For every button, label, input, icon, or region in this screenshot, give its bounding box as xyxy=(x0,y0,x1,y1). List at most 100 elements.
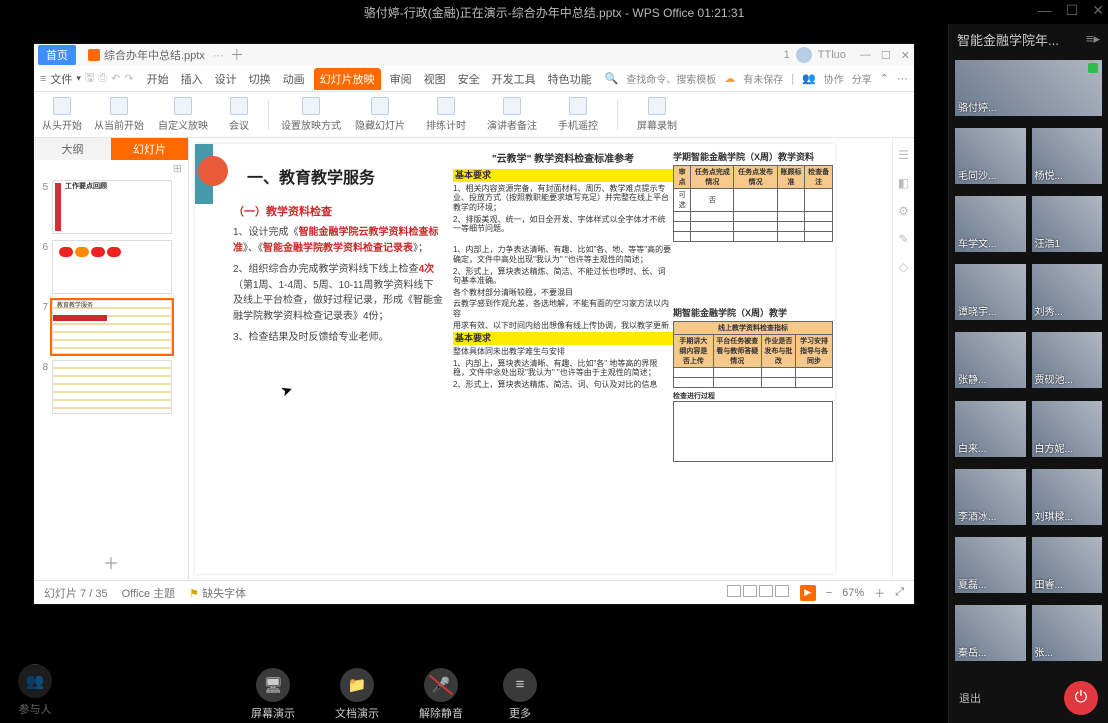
share-screen-button[interactable]: 🖥屏幕演示 xyxy=(251,668,295,721)
tool-from-start[interactable]: 从头开始 xyxy=(42,97,82,132)
tool-screen-record[interactable]: 屏幕录制 xyxy=(630,97,684,132)
participant-tile[interactable]: 白来... xyxy=(955,401,1026,457)
embedded-table-top: 学期智能金融学院（X周）教学资料 审点任务点完成情况任务点发布情况账顾标准检查备… xyxy=(673,150,833,242)
wps-minimize-icon[interactable]: — xyxy=(860,49,871,62)
participant-tile[interactable]: 车学文... xyxy=(955,196,1026,252)
chevron-down-icon[interactable]: ▾ xyxy=(76,73,81,84)
participant-tile[interactable]: 田睿... xyxy=(1032,537,1103,593)
ribbon-tab[interactable]: 安全 xyxy=(455,69,483,89)
participant-tile[interactable]: 秦岳... xyxy=(955,605,1026,661)
wps-document-tab[interactable]: 综合办年中总结.pptx xyxy=(80,45,213,65)
ribbon-tab[interactable]: 幻灯片放映 xyxy=(314,68,381,90)
rail-icon[interactable]: ✎ xyxy=(898,232,908,246)
participant-tile[interactable]: 毛同沙... xyxy=(955,128,1026,184)
missing-font-warning[interactable]: ⚑ 缺失字体 xyxy=(189,585,246,601)
folder-icon: 📁 xyxy=(340,668,374,702)
participant-tile[interactable]: 汪浩1 xyxy=(1032,196,1103,252)
participant-tile[interactable]: 张... xyxy=(1032,605,1103,661)
slide-thumbnail[interactable]: 5工作要点回顾 xyxy=(34,177,188,237)
add-slide-button[interactable]: ＋ xyxy=(34,544,188,580)
more-button[interactable]: ≡更多 xyxy=(503,668,537,721)
wps-add-tab-button[interactable]: ＋ xyxy=(230,45,244,65)
ribbon-tab[interactable]: 开发工具 xyxy=(489,69,539,89)
participant-tile[interactable]: 刘秀... xyxy=(1032,264,1103,320)
slide-thumbnail[interactable]: 8 xyxy=(34,357,188,417)
rail-icon[interactable]: ◇ xyxy=(899,260,908,274)
menu-search-placeholder[interactable]: 查找命令、搜索模板 xyxy=(626,71,716,86)
participant-tile[interactable]: 夏磊... xyxy=(955,537,1026,593)
slide-thumbnail[interactable]: 6 xyxy=(34,237,188,297)
mute-toggle-button[interactable]: 🎤解除静音 xyxy=(419,668,463,721)
redo-icon[interactable]: ↷ xyxy=(124,72,133,85)
close-icon[interactable]: ✕ xyxy=(1092,2,1104,19)
participants-button[interactable]: 👥 参与人 xyxy=(18,664,52,717)
wps-home-button[interactable]: 首页 xyxy=(38,45,76,65)
participant-tile[interactable]: 李酒冰... xyxy=(955,469,1026,525)
undo-icon[interactable]: ↶ xyxy=(111,72,120,85)
tool-hide-slide[interactable]: 隐藏幻灯片 xyxy=(353,97,407,132)
share-label[interactable]: 分享 xyxy=(852,71,872,86)
slide-counter: 幻灯片 7 / 35 xyxy=(44,585,108,601)
participant-name: 汪浩1 xyxy=(1035,235,1061,250)
tool-setup-show[interactable]: 设置放映方式 xyxy=(281,97,341,132)
rail-icon[interactable]: ☰ xyxy=(898,148,909,162)
zoom-out-icon[interactable]: − xyxy=(826,587,832,599)
wps-close-icon[interactable]: ✕ xyxy=(901,49,910,62)
coop-icon[interactable]: 👥 xyxy=(802,72,816,85)
participant-tile[interactable]: 张静... xyxy=(955,332,1026,388)
participant-tile[interactable]: 贾砚池... xyxy=(1032,332,1103,388)
leftpanel-tab-slides[interactable]: 幻灯片 xyxy=(111,138,188,160)
ribbon-tab[interactable]: 设计 xyxy=(212,69,240,89)
maximize-icon[interactable]: ☐ xyxy=(1066,2,1079,19)
slide-thumbnail[interactable]: 7教育教学服务 xyxy=(34,297,188,357)
ribbon-tab[interactable]: 审阅 xyxy=(387,69,415,89)
wps-user-avatar[interactable] xyxy=(796,47,812,63)
participant-tile[interactable]: 杨悦... xyxy=(1032,128,1103,184)
participants-panel: 智能金融学院年... ≡▸ 骆付婷... 毛同沙...杨悦...车学文... 汪浩1… xyxy=(948,24,1108,723)
tool-custom-show[interactable]: 自定义放映 xyxy=(156,97,210,132)
zoom-level[interactable]: 67% xyxy=(842,587,864,599)
zoom-in-icon[interactable]: ＋ xyxy=(874,585,885,601)
thumbnail-list[interactable]: 5工作要点回顾67教育教学服务8 xyxy=(34,177,188,544)
minimize-icon[interactable]: — xyxy=(1038,2,1052,19)
participant-tile[interactable]: 谭晓宇... xyxy=(955,264,1026,320)
leftpanel-tab-outline[interactable]: 大纲 xyxy=(34,138,111,160)
participant-tile[interactable]: 白方妮... xyxy=(1032,401,1103,457)
tool-meeting[interactable]: 会议 xyxy=(222,97,256,132)
file-menu[interactable]: 文件 xyxy=(50,71,72,87)
leftpanel-tool-icon[interactable]: ⊞ xyxy=(34,160,188,177)
search-icon[interactable]: 🔍 xyxy=(605,72,619,85)
share-doc-button[interactable]: 📁文档演示 xyxy=(335,668,379,721)
tool-from-current[interactable]: 从当前开始 xyxy=(94,97,144,132)
wps-maximize-icon[interactable]: ☐ xyxy=(881,49,891,62)
participant-tile[interactable]: 刘琪樑... xyxy=(1032,469,1103,525)
save-icon[interactable]: 🖫 xyxy=(85,69,94,88)
ribbon-tab[interactable]: 特色功能 xyxy=(545,69,595,89)
tool-phone-remote[interactable]: 手机遥控 xyxy=(551,97,605,132)
view-mode-icons[interactable] xyxy=(726,585,790,600)
play-slideshow-button[interactable]: ▶ xyxy=(800,585,816,601)
ellipsis-icon[interactable]: ⋯ xyxy=(213,49,224,62)
fit-window-icon[interactable]: ⤢ xyxy=(895,586,904,599)
rail-icon[interactable]: ◧ xyxy=(898,176,909,190)
ribbon-tab[interactable]: 插入 xyxy=(178,69,206,89)
participant-tile[interactable]: 骆付婷... xyxy=(955,60,1102,116)
slide-canvas-area[interactable]: 一、教育教学服务 （一）教学资料检查 1、设计完成《智能金融学院云教学资料检查标… xyxy=(189,138,892,580)
cloud-sync-icon[interactable]: ☁ xyxy=(724,72,735,85)
menu-icon[interactable]: ≡ xyxy=(40,73,46,85)
print-icon[interactable]: ⎙ xyxy=(98,72,107,85)
leave-meeting-button[interactable]: ⏻ xyxy=(1064,681,1098,715)
more-icon[interactable]: ⋯ xyxy=(897,72,908,85)
tool-rehearse[interactable]: 排练计时 xyxy=(419,97,473,132)
rail-icon[interactable]: ⚙ xyxy=(898,204,909,218)
room-name: 智能金融学院年... xyxy=(957,30,1086,49)
ribbon-tab[interactable]: 开始 xyxy=(144,69,172,89)
collapse-ribbon-icon[interactable]: ⌃ xyxy=(880,72,889,85)
ribbon-tab[interactable]: 视图 xyxy=(421,69,449,89)
ribbon-tab[interactable]: 动画 xyxy=(280,69,308,89)
tool-presenter-notes[interactable]: 演讲者备注 xyxy=(485,97,539,132)
ribbon-tab[interactable]: 切换 xyxy=(246,69,274,89)
coop-label[interactable]: 协作 xyxy=(824,71,844,86)
panel-menu-icon[interactable]: ≡▸ xyxy=(1086,31,1100,47)
participants-grid[interactable]: 骆付婷... 毛同沙...杨悦...车学文... 汪浩1 谭晓宇...刘秀...张静.… xyxy=(949,54,1108,673)
